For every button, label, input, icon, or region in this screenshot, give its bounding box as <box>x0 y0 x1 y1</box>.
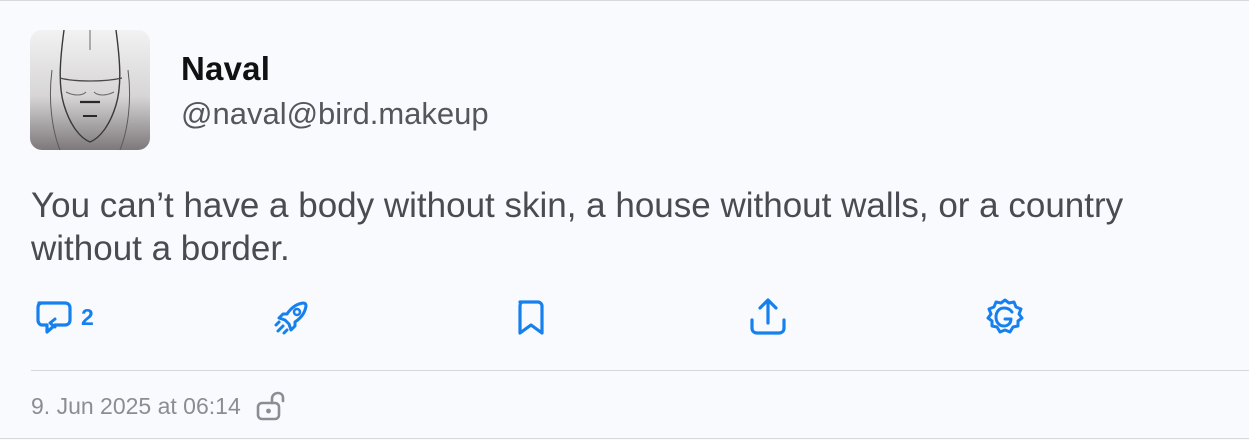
boost-button[interactable] <box>270 292 314 342</box>
bookmark-button[interactable] <box>509 292 553 342</box>
post-text: You can’t have a body without skin, a ho… <box>31 186 1124 268</box>
post-card: Naval @naval@bird.makeup You can’t have … <box>0 0 1249 440</box>
share-button[interactable] <box>746 292 790 342</box>
reply-button[interactable]: 2 <box>33 292 94 342</box>
reply-count: 2 <box>81 303 94 330</box>
author-display-name[interactable]: Naval <box>181 50 270 88</box>
top-divider <box>0 0 1249 1</box>
translate-button[interactable] <box>983 292 1027 342</box>
post-timestamp: 9. Jun 2025 at 06:14 <box>31 392 241 419</box>
reply-bubble-icon <box>36 301 72 334</box>
author-handle[interactable]: @naval@bird.makeup <box>181 96 489 132</box>
bookmark-icon <box>518 300 544 335</box>
rocket-icon <box>274 301 308 335</box>
bottom-divider <box>0 438 1249 439</box>
post-meta: 9. Jun 2025 at 06:14 <box>31 388 285 424</box>
gear-translate-icon <box>986 298 1024 334</box>
avatar[interactable] <box>30 30 150 150</box>
footer-divider <box>31 370 1249 371</box>
sketched-face-avatar <box>49 30 131 150</box>
unlocked-icon <box>256 391 285 421</box>
action-bar: 2 <box>0 292 1249 342</box>
share-icon <box>750 298 786 335</box>
